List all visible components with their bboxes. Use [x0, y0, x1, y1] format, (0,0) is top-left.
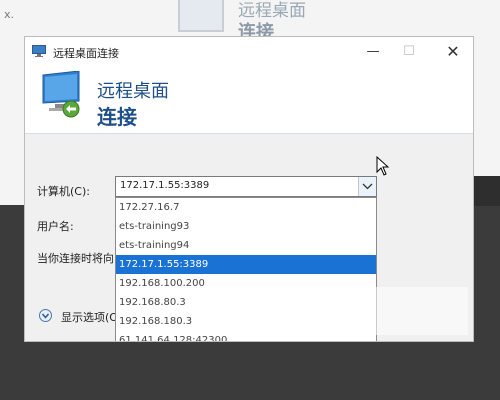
computer-dropdown-list[interactable]: 172.27.16.7 ets-training93 ets-training9… [115, 197, 377, 341]
screen-glare [348, 287, 468, 335]
dropdown-item[interactable]: 192.168.80.3 [116, 293, 376, 312]
connection-notice-label: 当你连接时将向 [37, 252, 114, 265]
banner-title: 远程桌面 [97, 81, 169, 102]
minimize-button[interactable]: — [357, 41, 389, 63]
computer-combobox-value[interactable]: 172.17.1.55:3389 [120, 180, 209, 191]
dropdown-item[interactable]: 192.168.180.3 [116, 312, 376, 331]
background-monitor-icon [178, 0, 224, 32]
dropdown-item[interactable]: ets-training93 [116, 217, 376, 236]
window-title: 远程桌面连接 [53, 47, 119, 60]
dropdown-item[interactable]: 192.168.100.200 [116, 274, 376, 293]
remote-desktop-app-icon [32, 45, 46, 57]
header-banner: 远程桌面 连接 [25, 67, 473, 134]
maximize-button[interactable]: ☐ [393, 41, 425, 63]
show-options-icon[interactable] [39, 309, 52, 322]
computer-combobox[interactable]: 172.17.1.55:3389 [115, 176, 377, 197]
combobox-dropdown-button[interactable] [358, 177, 376, 196]
dropdown-item[interactable]: 61.141.64.128:42300 [116, 331, 376, 341]
dropdown-item-selected[interactable]: 172.17.1.55:3389 [116, 255, 376, 274]
username-label: 用户名: [37, 220, 74, 233]
title-bar[interactable]: 远程桌面连接 — ☐ ✕ [25, 37, 473, 67]
show-options-label[interactable]: 显示选项(O [61, 309, 118, 325]
banner-subtitle: 连接 [97, 105, 137, 129]
computer-label: 计算机(C): [37, 185, 90, 198]
chevron-down-icon [362, 183, 373, 190]
monitor-icon [42, 71, 80, 118]
dropdown-item[interactable]: ets-training94 [116, 236, 376, 255]
dropdown-item[interactable]: 172.27.16.7 [116, 198, 376, 217]
background-stray-text: x. [4, 8, 15, 21]
close-button[interactable]: ✕ [437, 41, 469, 63]
mouse-cursor-icon [376, 156, 390, 176]
